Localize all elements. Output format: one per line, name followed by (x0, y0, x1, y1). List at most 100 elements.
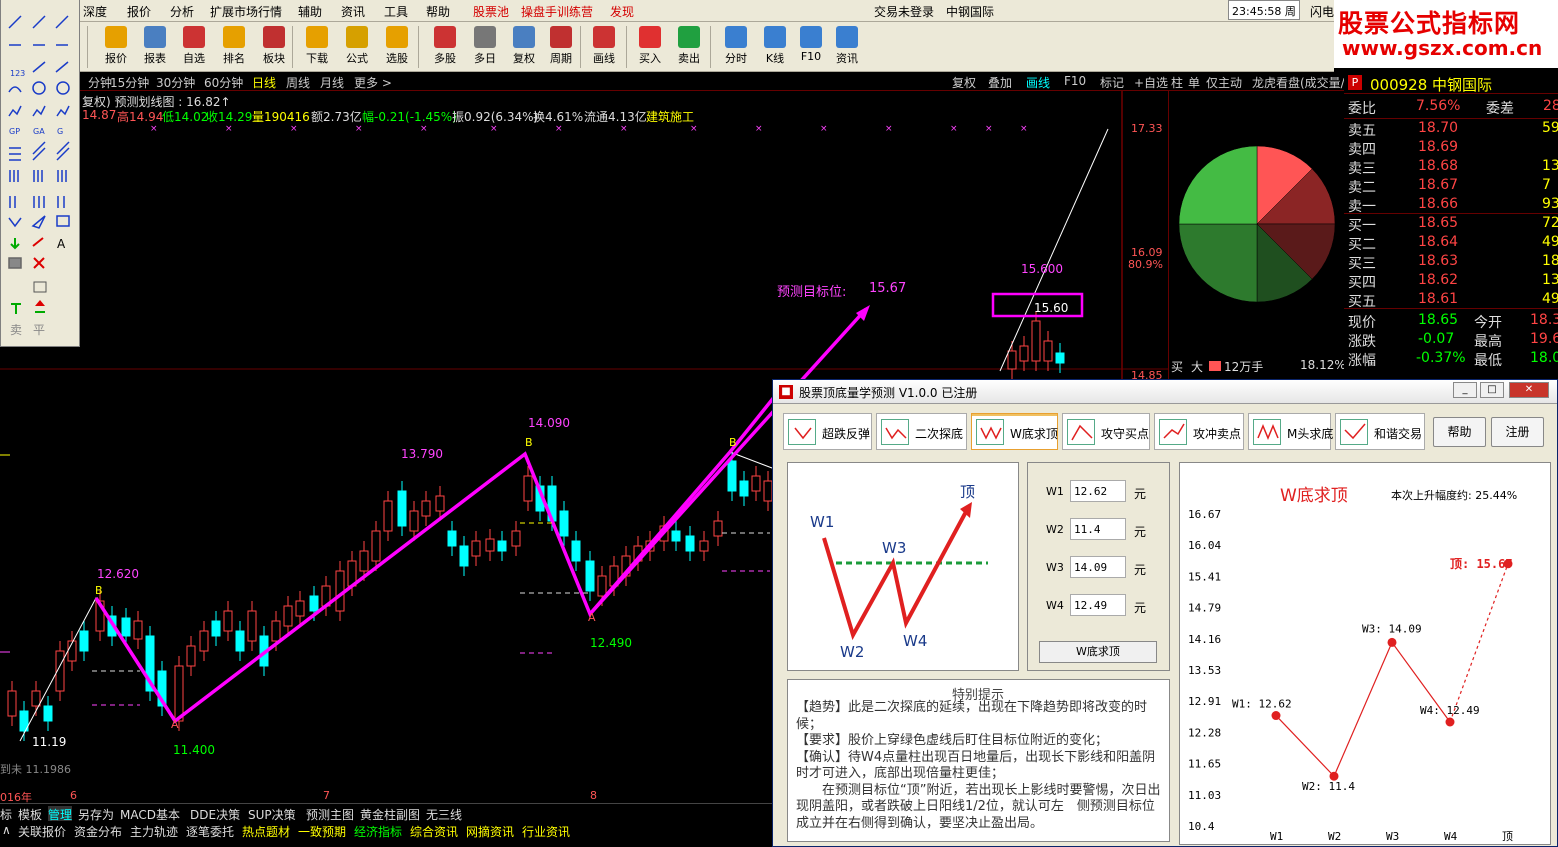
menu-stock-pool[interactable]: 股票池 (473, 3, 509, 20)
toolbar-button-18[interactable]: 资讯 (828, 24, 866, 70)
info-tab[interactable]: 网摘资讯 (466, 823, 514, 840)
tab-overlay[interactable]: 叠加 (988, 74, 1012, 91)
bid-label: 买二 (1348, 237, 1376, 253)
bid-row[interactable]: 买一 18.65 72 (1344, 215, 1558, 234)
ask-row[interactable]: 卖二 18.67 7 (1344, 177, 1558, 196)
bid-row[interactable]: 买四 18.62 13 (1344, 272, 1558, 291)
ask-row[interactable]: 卖四 18.69 (1344, 139, 1558, 158)
w3-input[interactable] (1070, 556, 1126, 578)
now-label: 现价 (1348, 315, 1376, 331)
info-tab[interactable]: 逐笔委托 (186, 823, 234, 840)
info-tab[interactable]: 一致预期 (298, 823, 346, 840)
register-button[interactable]: 注册 (1491, 417, 1544, 447)
tab-2[interactable]: W底求顶 (971, 413, 1058, 450)
menu-help[interactable]: 帮助 (426, 3, 450, 20)
ask-row[interactable]: 卖五 18.70 59 (1344, 120, 1558, 139)
close-icon[interactable]: ✕ (1509, 382, 1549, 398)
w2-input[interactable] (1070, 518, 1126, 540)
date-6: 6 (70, 789, 77, 802)
stock-name-title: 中钢国际 (946, 5, 995, 19)
minimize-icon[interactable]: _ (1453, 382, 1477, 398)
tab-6[interactable]: 和谐交易 (1335, 413, 1425, 450)
menu-tools[interactable]: 工具 (384, 3, 408, 20)
toolbar-button-16[interactable]: K线 (756, 24, 794, 70)
toolbar-label: 买入 (639, 52, 661, 65)
menu-assist[interactable]: 辅助 (298, 3, 322, 20)
info-tabs: ∧ 关联报价 资金分布 主力轨迹 逐笔委托 热点题材 一致预期 经济指标 综合资讯 网摘资讯 行业资… (0, 821, 775, 839)
tab-draw[interactable]: 画线 (1026, 74, 1050, 91)
period-month[interactable]: 月线 (320, 74, 344, 91)
tab-fuquan[interactable]: 复权 (952, 74, 976, 91)
w4-input[interactable] (1070, 594, 1126, 616)
tab-label: 和谐交易 (1374, 427, 1423, 441)
tab-mark[interactable]: 标记 (1100, 74, 1124, 91)
period-60min[interactable]: 60分钟 (204, 74, 243, 91)
dialog-titlebar[interactable]: ■ 股票顶底量学预测 V1.0.0 已注册 _ □ ✕ (773, 380, 1557, 404)
tab-single[interactable]: 单 (1188, 74, 1200, 91)
tab-5[interactable]: M头求底 (1248, 413, 1333, 450)
tab-label: 二次探底 (915, 427, 964, 441)
toolbar-button-7[interactable]: 选股 (378, 24, 416, 70)
candle (223, 610, 233, 632)
info-tab[interactable]: 综合资讯 (410, 823, 458, 840)
toolbar-button-13[interactable]: 买入 (631, 24, 669, 70)
tab-0[interactable]: 超跌反弹 (783, 413, 872, 450)
toolbar-button-12[interactable]: 画线 (585, 24, 623, 70)
period-15min[interactable]: 15分钟 (110, 74, 149, 91)
info-tab[interactable]: 资金分布 (74, 823, 122, 840)
info-tab[interactable]: 行业资讯 (522, 823, 570, 840)
menu-news[interactable]: 资讯 (341, 3, 365, 20)
menu-training[interactable]: 操盘手训练营 (521, 3, 593, 20)
ask-row[interactable]: 卖三 18.68 13 (1344, 158, 1558, 177)
tab-add-fav[interactable]: +自选 (1134, 74, 1168, 91)
toolbar-button-1[interactable]: 报表 (136, 24, 174, 70)
toolbar-button-0[interactable]: 报价 (97, 24, 135, 70)
menu-ext-market[interactable]: 扩展市场行情 (210, 3, 282, 20)
toolbar-button-10[interactable]: 复权 (505, 24, 543, 70)
tab-1[interactable]: 二次探底 (876, 413, 967, 450)
info-tab[interactable]: 主力轨迹 (130, 823, 178, 840)
maximize-icon[interactable]: □ (1480, 382, 1504, 398)
tab-3[interactable]: 攻守买点 (1062, 413, 1150, 450)
w1-input[interactable] (1070, 480, 1126, 502)
p-icon[interactable]: P (1348, 75, 1362, 90)
period-30min[interactable]: 30分钟 (156, 74, 195, 91)
flash-button[interactable]: 闪电 (1310, 3, 1334, 20)
toolbar-button-8[interactable]: 多股 (426, 24, 464, 70)
toolbar-button-2[interactable]: 自选 (175, 24, 213, 70)
toolbar-button-5[interactable]: 下载 (298, 24, 336, 70)
help-button[interactable]: 帮助 (1433, 417, 1486, 447)
tab-4[interactable]: 攻冲卖点 (1154, 413, 1244, 450)
tab-f10[interactable]: F10 (1064, 74, 1086, 88)
period-more[interactable]: 更多 > (354, 74, 392, 91)
toolbar-button-15[interactable]: 分时 (717, 24, 755, 70)
bid-row[interactable]: 买五 18.61 49 (1344, 291, 1558, 310)
period-min[interactable]: 分钟 (88, 74, 112, 91)
period-day[interactable]: 日线 (252, 74, 276, 91)
info-tab[interactable]: 经济指标 (354, 823, 402, 840)
toolbar-button-4[interactable]: 板块 (255, 24, 293, 70)
bid-row[interactable]: 买二 18.64 49 (1344, 234, 1558, 253)
tab-active-only[interactable]: 仅主动 (1206, 74, 1242, 91)
toolbar-button-11[interactable]: 周期 (542, 24, 580, 70)
candle (31, 690, 41, 707)
info-tab[interactable]: 关联报价 (18, 823, 66, 840)
expand-up-icon[interactable]: ∧ (2, 823, 11, 837)
menu-discover[interactable]: 发现 (610, 3, 634, 20)
toolbar-button-9[interactable]: 多日 (466, 24, 504, 70)
bid-row[interactable]: 买三 18.63 18 (1344, 253, 1558, 272)
ask-row[interactable]: 卖一 18.66 93 (1344, 196, 1558, 215)
calc-w-bottom-button[interactable]: W底求顶 (1039, 641, 1157, 663)
candle (121, 617, 131, 637)
menu-analysis[interactable]: 分析 (170, 3, 194, 20)
toolbar-button-3[interactable]: 排名 (215, 24, 253, 70)
tab-longhu[interactable]: 龙虎看盘(成交量/线 (1252, 74, 1344, 91)
toolbar-button-17[interactable]: F10 (792, 24, 830, 70)
period-week[interactable]: 周线 (286, 74, 310, 91)
toolbar-button-14[interactable]: 卖出 (670, 24, 708, 70)
tab-column[interactable]: 柱 (1171, 74, 1183, 91)
info-tab[interactable]: 热点题材 (242, 823, 290, 840)
menu-deep[interactable]: 深度 (83, 3, 107, 20)
menu-quote[interactable]: 报价 (127, 3, 151, 20)
toolbar-button-6[interactable]: 公式 (338, 24, 376, 70)
